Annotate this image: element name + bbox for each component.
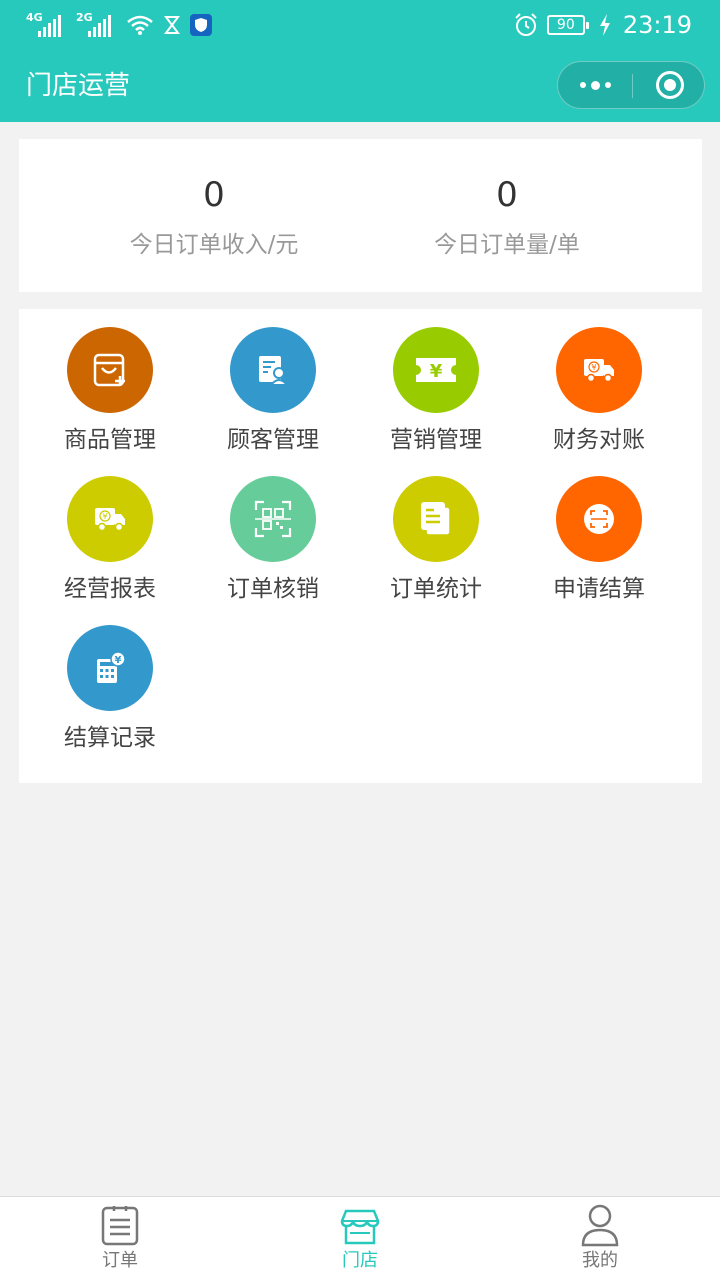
alarm-icon — [515, 13, 537, 36]
status-left: 4G 2G — [26, 10, 212, 40]
tab-label: 我的 — [582, 1250, 618, 1271]
menu-item-label: 结算记录 — [64, 725, 156, 751]
capsule-divider — [632, 74, 633, 98]
store-icon — [340, 1209, 380, 1245]
menu-item-label: 营销管理 — [390, 427, 482, 453]
more-dot-icon — [590, 80, 600, 90]
menu-item-order-statistics[interactable]: 订单统计 — [351, 459, 521, 602]
tab-label: 订单 — [102, 1250, 138, 1271]
battery-indicator: 90 — [546, 15, 589, 35]
page-title: 门店运营 — [26, 71, 131, 101]
stat-income: 0 今日订单收入/元 — [64, 139, 364, 261]
security-shield-icon — [190, 14, 212, 36]
yuan-ticket-icon: ¥ — [416, 358, 456, 382]
scan-frame-icon — [584, 504, 614, 534]
delivery-truck-icon: ¥ — [584, 359, 614, 383]
wifi-icon — [127, 15, 153, 35]
signal-icon: 4G — [26, 11, 66, 39]
menu-item-finance-reconciliation[interactable]: ¥ 财务对账 — [514, 310, 684, 453]
tab-label: 门店 — [342, 1250, 378, 1271]
stat-orders-value: 0 — [496, 175, 518, 215]
menu-item-label: 经营报表 — [64, 576, 156, 602]
signal-icon-2: 2G — [76, 11, 116, 39]
svg-text:¥: ¥ — [115, 655, 122, 666]
user-icon — [581, 1204, 619, 1247]
menu-item-marketing-management[interactable]: ¥ 营销管理 — [351, 310, 521, 453]
menu-icon-circle — [393, 476, 479, 562]
customer-card-icon — [259, 356, 290, 386]
status-bar: 4G 2G 90 23:19 — [0, 0, 720, 50]
menu-item-customer-management[interactable]: 顾客管理 — [188, 310, 358, 453]
tab-mine[interactable]: 我的 — [480, 1197, 720, 1280]
svg-text:¥: ¥ — [591, 363, 596, 372]
header: 4G 2G 90 23:19 门店运营 — [0, 0, 720, 122]
stat-income-value: 0 — [203, 175, 225, 215]
menu-icon-circle — [556, 476, 642, 562]
documents-icon — [421, 502, 451, 536]
menu-item-label: 商品管理 — [64, 427, 156, 453]
menu-icon-circle: ¥ — [393, 327, 479, 413]
menu-icon-circle — [230, 327, 316, 413]
close-miniprogram-icon[interactable] — [656, 71, 684, 99]
menu-item-label: 申请结算 — [553, 576, 645, 602]
charging-icon — [599, 14, 610, 36]
more-button[interactable] — [558, 62, 632, 108]
menu-icon-circle — [67, 327, 153, 413]
svg-text:¥: ¥ — [102, 512, 107, 521]
menu-icon-circle: ¥ — [67, 625, 153, 711]
hourglass-icon — [164, 16, 180, 34]
menu-item-label: 订单核销 — [227, 576, 319, 602]
qr-scan-icon — [254, 500, 292, 538]
menu-item-label: 顾客管理 — [227, 427, 319, 453]
function-menu: 商品管理 顾客管理 ¥ 营销管理 ¥ 财务对账 ¥ 经营报表 订单核销 订单统计… — [19, 309, 702, 783]
shopping-bag-plus-icon — [93, 353, 125, 387]
more-dot-icon — [579, 82, 586, 88]
tab-store[interactable]: 门店 — [240, 1197, 480, 1280]
more-dot-icon — [604, 82, 611, 88]
calculator-yuan-icon: ¥ — [97, 651, 126, 683]
menu-icon-circle — [230, 476, 316, 562]
stat-orders-label: 今日订单量/单 — [434, 232, 580, 258]
stat-income-label: 今日订单收入/元 — [129, 232, 299, 258]
svg-text:¥: ¥ — [430, 361, 443, 382]
bottom-tab-bar: 订单 门店 我的 — [0, 1196, 720, 1280]
menu-item-business-report[interactable]: ¥ 经营报表 — [25, 459, 195, 602]
delivery-truck-icon: ¥ — [95, 508, 125, 532]
menu-icon-circle: ¥ — [556, 327, 642, 413]
stat-orders: 0 今日订单量/单 — [357, 139, 657, 261]
clipboard-icon — [101, 1206, 139, 1246]
clock: 23:19 — [622, 11, 692, 39]
menu-item-product-management[interactable]: 商品管理 — [25, 310, 195, 453]
menu-item-apply-settlement[interactable]: 申请结算 — [514, 459, 684, 602]
miniprogram-capsule — [557, 61, 705, 109]
menu-item-settlement-records[interactable]: ¥ 结算记录 — [25, 608, 195, 751]
status-right: 90 23:19 — [513, 8, 692, 42]
today-stats-card: 0 今日订单收入/元 0 今日订单量/单 — [19, 139, 702, 292]
menu-item-label: 财务对账 — [553, 427, 645, 453]
tab-orders[interactable]: 订单 — [0, 1197, 240, 1280]
menu-item-label: 订单统计 — [390, 576, 482, 602]
menu-item-order-verification[interactable]: 订单核销 — [188, 459, 358, 602]
menu-icon-circle: ¥ — [67, 476, 153, 562]
